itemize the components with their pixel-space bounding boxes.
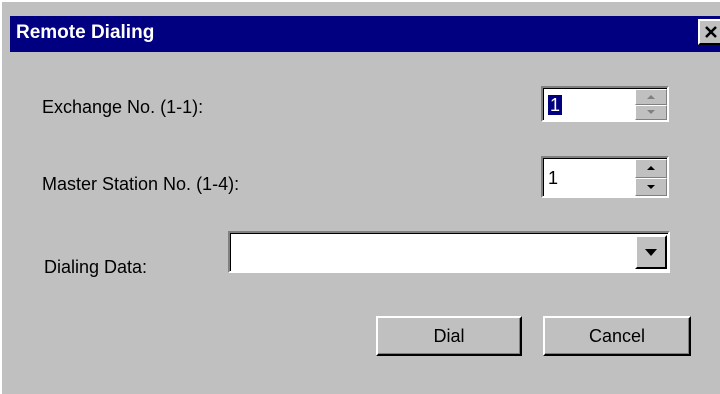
exchange-input[interactable]: 1 [548, 95, 563, 115]
cancel-button[interactable]: Cancel [543, 316, 691, 356]
dial-button[interactable]: Dial [376, 316, 522, 356]
master-station-increment-button[interactable] [635, 159, 667, 178]
master-station-input[interactable]: 1 [548, 168, 558, 188]
dialing-data-combobox[interactable] [228, 231, 670, 273]
arrow-down-icon [647, 184, 655, 189]
close-icon [705, 26, 717, 38]
exchange-increment-button[interactable] [635, 89, 667, 105]
master-station-decrement-button[interactable] [635, 177, 667, 196]
arrow-up-icon [647, 166, 655, 171]
exchange-label: Exchange No. (1-1): [42, 97, 204, 117]
arrow-up-icon [647, 94, 655, 99]
master-station-spinner[interactable]: 1 [541, 156, 669, 198]
title-bar[interactable]: Remote Dialing [10, 16, 720, 52]
dialing-data-label: Dialing Data: [44, 257, 148, 277]
arrow-down-icon [647, 110, 655, 115]
close-button[interactable] [698, 19, 720, 45]
remote-dialing-dialog: Remote Dialing Exchange No. (1-1): 1 Mas… [0, 0, 720, 394]
chevron-down-icon [645, 248, 657, 256]
exchange-decrement-button[interactable] [635, 104, 667, 120]
dialing-data-dropdown-button[interactable] [635, 235, 667, 269]
exchange-spinner[interactable]: 1 [541, 86, 669, 122]
window-title: Remote Dialing [16, 22, 155, 43]
cancel-button-label: Cancel [588, 325, 646, 346]
master-station-label: Master Station No. (1-4): [42, 174, 240, 194]
dial-button-label: Dial [433, 325, 465, 346]
